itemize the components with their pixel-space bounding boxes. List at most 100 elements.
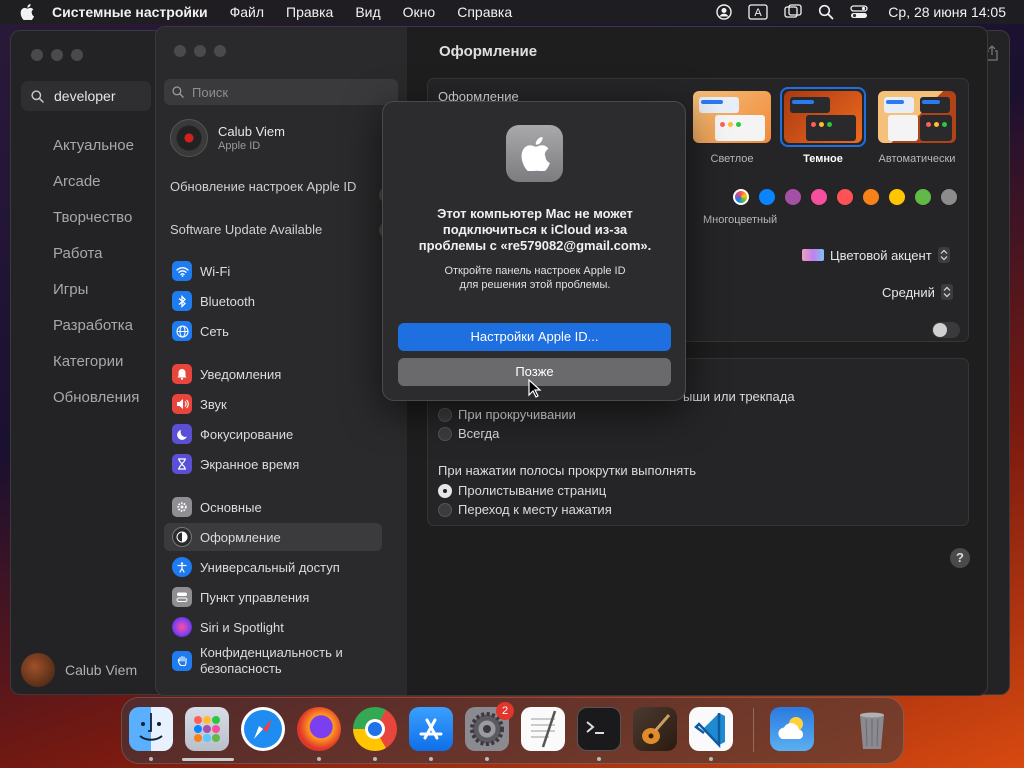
- accent-purple-swatch[interactable]: [785, 189, 801, 205]
- menu-app-name[interactable]: Системные настройки: [52, 4, 208, 20]
- minimize-button[interactable]: [194, 45, 206, 57]
- weather-icon[interactable]: [770, 707, 814, 751]
- accent-yellow-swatch[interactable]: [889, 189, 905, 205]
- app-store-search-field[interactable]: developer: [21, 81, 151, 111]
- moon-icon: [172, 424, 192, 444]
- theme-dark-option[interactable]: [784, 91, 862, 143]
- menu-clock[interactable]: Ср, 28 июня 14:05: [888, 4, 1006, 20]
- accent-orange-swatch[interactable]: [863, 189, 879, 205]
- avatar: [21, 653, 55, 687]
- sidebar-item-wifi[interactable]: Wi-Fi: [164, 257, 382, 285]
- sidebar-item-label: Уведомления: [200, 366, 282, 382]
- vscode-icon[interactable]: [689, 707, 733, 751]
- highlight-color-popup[interactable]: Цветовой акцент: [802, 247, 950, 263]
- finder-icon[interactable]: [129, 707, 173, 751]
- multicolor-label: Многоцветный: [703, 214, 778, 226]
- launchpad-icon[interactable]: [185, 707, 229, 751]
- accent-pink-swatch[interactable]: [811, 189, 827, 205]
- bell-icon: [172, 364, 192, 384]
- nav-play[interactable]: Игры: [53, 280, 139, 316]
- app-store-icon[interactable]: [409, 707, 453, 751]
- apple-id-settings-button[interactable]: Настройки Apple ID...: [398, 323, 671, 351]
- nav-discover[interactable]: Актуальное: [53, 136, 139, 172]
- accent-multicolor-swatch[interactable]: [733, 189, 749, 205]
- sidebar-icon-size-popup[interactable]: Средний: [882, 284, 953, 300]
- sidebar-item-general[interactable]: Основные: [164, 493, 382, 521]
- nav-arcade[interactable]: Arcade: [53, 172, 139, 208]
- dock-launch-indicator: [182, 758, 234, 761]
- terminal-icon[interactable]: [577, 707, 621, 751]
- accessibility-icon: [172, 557, 192, 577]
- menu-file[interactable]: Файл: [230, 4, 264, 20]
- sidebar-item-screentime[interactable]: Экранное время: [164, 450, 382, 478]
- input-source-icon[interactable]: A: [748, 4, 768, 20]
- search-icon: [31, 89, 44, 103]
- menu-view[interactable]: Вид: [355, 4, 380, 20]
- wallpaper-tinting-toggle[interactable]: [932, 322, 960, 338]
- trash-icon[interactable]: [850, 707, 894, 751]
- safari-icon[interactable]: [241, 707, 285, 751]
- sidebar-item-notifications[interactable]: Уведомления: [164, 360, 382, 388]
- help-button[interactable]: ?: [950, 548, 970, 568]
- accent-green-swatch[interactable]: [915, 189, 931, 205]
- close-button[interactable]: [31, 49, 43, 61]
- sidebar-item-control-center[interactable]: Пункт управления: [164, 583, 382, 611]
- sidebar-item-accessibility[interactable]: Универсальный доступ: [164, 553, 382, 581]
- zoom-button[interactable]: [214, 45, 226, 57]
- nav-create[interactable]: Творчество: [53, 208, 139, 244]
- textedit-icon[interactable]: [521, 707, 565, 751]
- sidebar-item-privacy[interactable]: Конфиденциальность и безопасность: [164, 644, 382, 678]
- sidebar-item-siri-spotlight[interactable]: Siri и Spotlight: [164, 613, 382, 641]
- firefox-icon[interactable]: [297, 707, 341, 751]
- settings-search-field[interactable]: Поиск: [164, 79, 398, 105]
- sidebar-item-network[interactable]: Сеть: [164, 317, 382, 345]
- jump-next-page-radio[interactable]: Пролистывание страниц: [438, 483, 606, 498]
- scroll-when-scrolling-radio[interactable]: При прокручивании: [438, 407, 576, 422]
- nav-categories[interactable]: Категории: [53, 352, 139, 388]
- garageband-icon[interactable]: [633, 707, 677, 751]
- highlight-color-value: Цветовой акцент: [830, 247, 932, 263]
- minimize-button[interactable]: [51, 49, 63, 61]
- jump-to-spot-radio[interactable]: Переход к месту нажатия: [438, 502, 612, 517]
- accent-blue-swatch[interactable]: [759, 189, 775, 205]
- settings-sidebar: Поиск Calub Viem Apple ID Обновление нас…: [156, 27, 407, 695]
- sidebar-item-sound[interactable]: Звук: [164, 390, 382, 418]
- accent-graphite-swatch[interactable]: [941, 189, 957, 205]
- theme-auto-option[interactable]: [878, 91, 956, 143]
- sidebar-software-update[interactable]: Software Update Available 1: [170, 222, 395, 238]
- sidebar-apple-id[interactable]: Calub Viem Apple ID: [170, 119, 285, 157]
- theme-dark-label: Темное: [803, 153, 843, 165]
- globe-icon: [172, 321, 192, 341]
- scroll-always-radio[interactable]: Всегда: [438, 426, 499, 441]
- sidebar-item-focus[interactable]: Фокусирование: [164, 420, 382, 448]
- theme-auto-label: Автоматически: [878, 153, 956, 165]
- sidebar-item-bluetooth[interactable]: Bluetooth: [164, 287, 382, 315]
- control-center-icon[interactable]: [850, 4, 868, 20]
- highlight-color-preview: [802, 249, 824, 261]
- app-store-user[interactable]: Calub Viem: [21, 653, 137, 687]
- menu-window[interactable]: Окно: [403, 4, 436, 20]
- screen-mirroring-icon[interactable]: [784, 4, 802, 20]
- sidebar-item-appearance[interactable]: Оформление: [164, 523, 382, 551]
- theme-light-option[interactable]: [693, 91, 771, 143]
- radio-label: Всегда: [458, 426, 500, 441]
- dock-separator: [753, 708, 754, 752]
- menu-edit[interactable]: Правка: [286, 4, 333, 20]
- close-button[interactable]: [174, 45, 186, 57]
- menu-help[interactable]: Справка: [457, 4, 512, 20]
- chevron-updown-icon: [937, 247, 950, 263]
- nav-work[interactable]: Работа: [53, 244, 139, 280]
- user-account-icon[interactable]: [716, 4, 732, 20]
- spotlight-search-icon[interactable]: [818, 4, 834, 20]
- nav-develop[interactable]: Разработка: [53, 316, 139, 352]
- radio-dot: [438, 483, 452, 498]
- zoom-button[interactable]: [71, 49, 83, 61]
- sidebar-item-label: Wi-Fi: [200, 263, 231, 279]
- avatar: [170, 119, 208, 157]
- nav-updates[interactable]: Обновления: [53, 388, 139, 424]
- chrome-icon[interactable]: [353, 707, 397, 751]
- accent-red-swatch[interactable]: [837, 189, 853, 205]
- sidebar-apple-id-update[interactable]: Обновление настроек Apple ID 1: [170, 179, 395, 203]
- apple-menu-icon[interactable]: [20, 4, 34, 20]
- mouse-cursor-icon: [528, 379, 542, 398]
